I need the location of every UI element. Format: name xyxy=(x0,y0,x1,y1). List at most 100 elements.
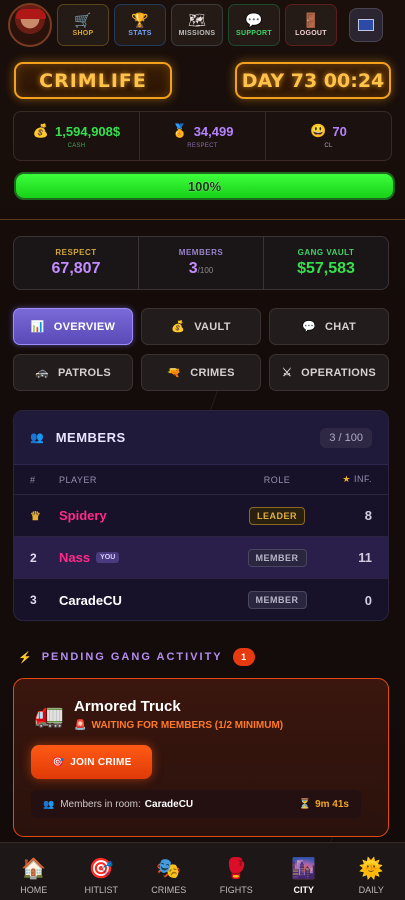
pending-count-badge: 1 xyxy=(232,648,255,666)
divider xyxy=(0,219,405,220)
nav-city[interactable]: 🌆 CITY xyxy=(270,843,338,900)
player-name[interactable]: Nass xyxy=(59,550,90,565)
shop-button[interactable]: 🛒 SHOP xyxy=(57,4,109,46)
nav-home-label: HOME xyxy=(20,885,48,895)
influence-value: 11 xyxy=(358,550,372,565)
missions-label: MISSIONS xyxy=(178,30,216,37)
people-icon: 👥 xyxy=(43,798,55,809)
col-player: PLAYER xyxy=(59,474,97,485)
gang-stats: RESPECT 67,807 MEMBERS 3/100 GANG VAULT … xyxy=(13,236,389,290)
respect-value: 34,499 xyxy=(193,123,234,139)
gang-vault-label: GANG VAULT xyxy=(297,248,355,257)
tab-overview-label: OVERVIEW xyxy=(53,320,116,333)
tab-vault[interactable]: 💰 VAULT xyxy=(141,308,261,345)
members-title: MEMBERS xyxy=(55,430,126,445)
tab-patrols[interactable]: 🚓 PATROLS xyxy=(13,354,133,391)
masks-icon: 🎭 xyxy=(156,858,182,880)
influence-value: 0 xyxy=(364,592,372,608)
tab-patrols-label: PATROLS xyxy=(57,366,112,379)
nav-crimes[interactable]: 🎭 CRIMES xyxy=(135,843,203,900)
cl-value: 70 xyxy=(332,123,347,139)
stats-button[interactable]: 🏆 STATS xyxy=(114,4,166,46)
avatar[interactable] xyxy=(8,3,52,47)
cart-icon: 🛒 xyxy=(74,12,92,28)
people-icon: 👥 xyxy=(30,432,44,444)
room-info: 👥 Members in room: CaradeCU ⏳ 9m 41s xyxy=(31,790,361,818)
join-crime-button[interactable]: 🎯 JOIN CRIME xyxy=(31,745,152,779)
gang-vault-stat: GANG VAULT $57,583 xyxy=(264,237,388,289)
crime-status-text: WAITING FOR MEMBERS (1/2 MINIMUM) xyxy=(91,720,284,731)
nav-hitlist-label: HITLIST xyxy=(84,885,118,895)
tab-overview[interactable]: 📊 OVERVIEW xyxy=(13,308,133,345)
missions-button[interactable]: 🗺 MISSIONS xyxy=(171,4,223,46)
gang-respect-value: 67,807 xyxy=(51,260,101,277)
cl-stat: 😃 70 CL xyxy=(266,112,391,160)
nav-hitlist[interactable]: 🎯 HITLIST xyxy=(68,843,136,900)
player-stats: 💰 1,594,908$ CASH 🏅 34,499 RESPECT 😃 70 CL xyxy=(13,111,392,161)
col-rank: # xyxy=(30,474,36,485)
gang-respect-label: RESPECT xyxy=(55,248,97,257)
city-icon: 🌆 xyxy=(291,858,317,880)
table-row[interactable]: 3 CaradeCU MEMBER 0 xyxy=(14,579,388,620)
top-nav: 🛒 SHOP 🏆 STATS 🗺 MISSIONS 💬 SUPPORT 🚪 LO… xyxy=(0,0,405,50)
pending-title: PENDING GANG ACTIVITY xyxy=(41,651,223,663)
alarm-icon: 🚨 xyxy=(74,720,87,731)
hourglass-icon: ⏳ xyxy=(298,798,312,810)
room-label: Members in room: xyxy=(60,798,141,810)
tab-operations[interactable]: ⚔ OPERATIONS xyxy=(269,354,389,391)
brand-logo: CRIMLIFE xyxy=(14,62,172,99)
nav-daily[interactable]: 🌞 DAILY xyxy=(338,843,405,900)
nav-fights[interactable]: 🥊 FIGHTS xyxy=(203,843,271,900)
target-icon: 🎯 xyxy=(88,858,114,880)
join-crime-label: JOIN CRIME xyxy=(70,756,132,768)
cl-label: CL xyxy=(324,143,333,149)
star-icon: ★ xyxy=(342,474,354,484)
cash-stat: 💰 1,594,908$ CASH xyxy=(14,112,140,160)
sun-icon: 🌞 xyxy=(358,858,384,880)
you-badge: YOU xyxy=(96,552,120,563)
money-bag-icon: 💰 xyxy=(32,123,50,138)
lightning-icon: ⚡ xyxy=(18,651,32,664)
truck-icon: 🚛 xyxy=(34,702,64,729)
gang-members-max: /100 xyxy=(197,266,214,275)
police-car-icon: 🚓 xyxy=(34,367,49,379)
gang-respect-stat: RESPECT 67,807 xyxy=(14,237,139,289)
table-row[interactable]: 2 Nass YOU MEMBER 11 xyxy=(14,537,388,579)
table-row[interactable]: ♛ Spidery LEADER 8 xyxy=(14,495,388,537)
gang-members-stat: MEMBERS 3/100 xyxy=(139,237,264,289)
respect-stat: 🏅 34,499 RESPECT xyxy=(140,112,266,160)
gang-members-label: MEMBERS xyxy=(178,248,224,257)
shop-label: SHOP xyxy=(72,30,94,37)
language-button[interactable] xyxy=(349,8,383,42)
members-header: 👥 MEMBERS 3 / 100 xyxy=(14,411,388,465)
tab-operations-label: OPERATIONS xyxy=(301,366,377,379)
crime-name: Armored Truck xyxy=(74,698,181,715)
chat-icon: 💬 xyxy=(302,321,317,333)
chat-bubble-icon: 💬 xyxy=(245,12,263,28)
player-name[interactable]: Spidery xyxy=(59,508,227,523)
col-inf-label: INF. xyxy=(353,474,372,484)
gang-tabs: 📊 OVERVIEW 💰 VAULT 💬 CHAT 🚓 PATROLS 🔫 CR… xyxy=(13,308,389,391)
role-badge: LEADER xyxy=(248,506,305,525)
tab-crimes[interactable]: 🔫 CRIMES xyxy=(141,354,261,391)
gang-members-value: 3 xyxy=(188,260,198,277)
banner-row: CRIMLIFE DAY 73 00:24 xyxy=(14,62,391,99)
progress-bar: 100% xyxy=(14,172,395,200)
progress-label: 100% xyxy=(187,178,222,194)
tab-chat[interactable]: 💬 CHAT xyxy=(269,308,389,345)
influence-value: 8 xyxy=(364,508,372,523)
support-button[interactable]: 💬 SUPPORT xyxy=(228,4,280,46)
player-name[interactable]: CaradeCU xyxy=(59,593,227,608)
money-bag-icon: 💰 xyxy=(171,321,186,333)
chart-icon: 📊 xyxy=(30,321,45,333)
timer-value: 9m 41s xyxy=(315,798,349,810)
support-label: SUPPORT xyxy=(236,30,272,37)
tab-vault-label: VAULT xyxy=(194,320,231,333)
role-badge: MEMBER xyxy=(247,591,307,609)
nav-home[interactable]: 🏠 HOME xyxy=(0,843,68,900)
logout-button[interactable]: 🚪 LOGOUT xyxy=(285,4,337,46)
col-role: ROLE xyxy=(263,474,291,485)
map-icon: 🗺 xyxy=(188,12,206,28)
nav-city-label: CITY xyxy=(293,885,314,895)
col-inf: ★ INF. xyxy=(327,474,372,485)
